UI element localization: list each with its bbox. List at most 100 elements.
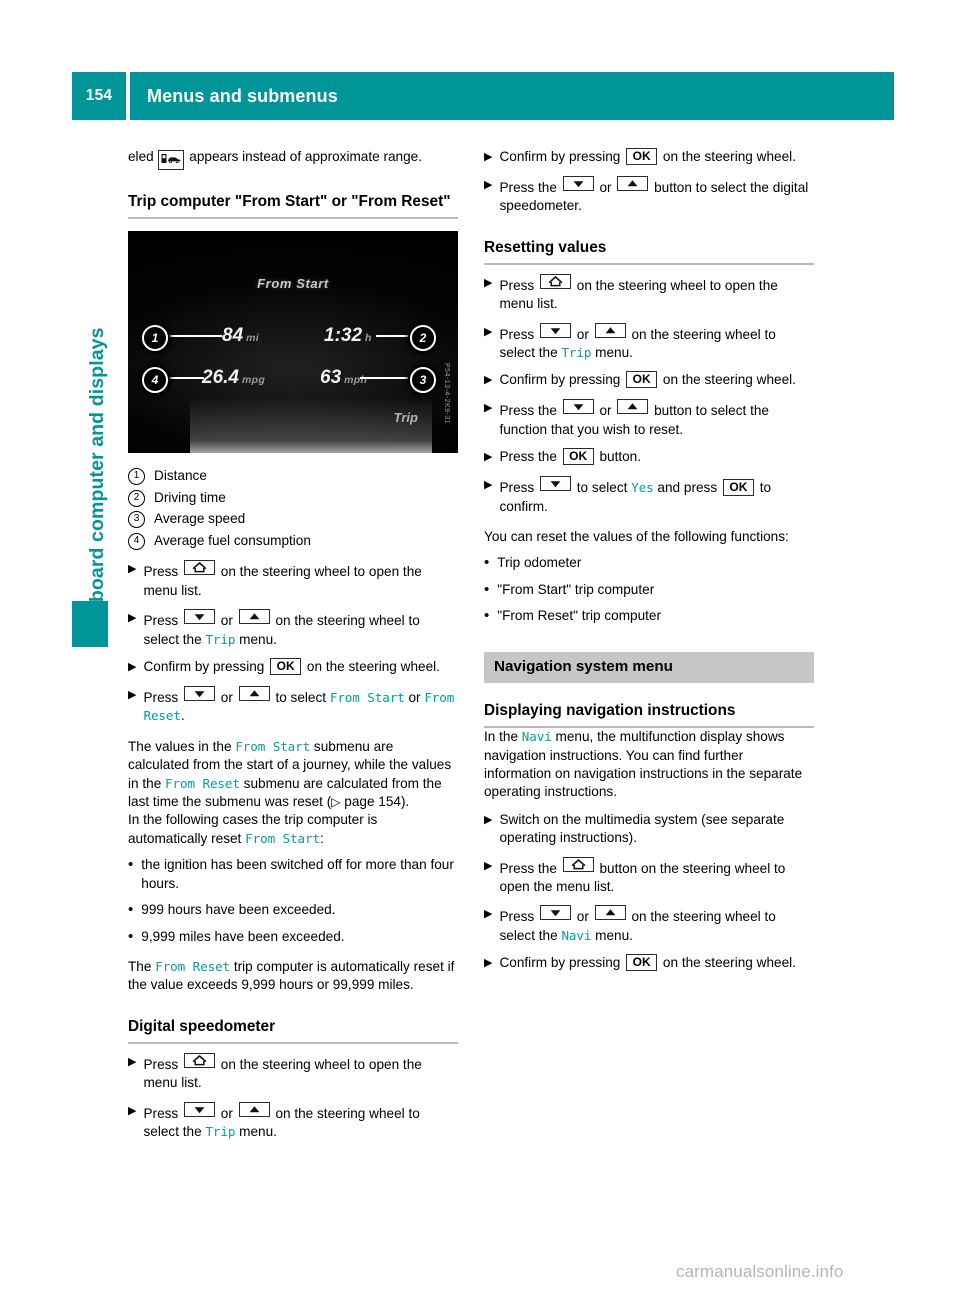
legend-label: Distance	[154, 468, 207, 484]
site-watermark: carmanualsonline.info	[676, 1262, 844, 1281]
step-marker-icon: ▶	[484, 451, 493, 464]
step-marker-icon: ▶	[484, 402, 493, 415]
callout-leader-2	[376, 335, 412, 338]
bullet-marker-icon: •	[484, 554, 490, 572]
home-button-key[interactable]	[540, 273, 571, 289]
step-marker-icon: ▶	[484, 276, 493, 289]
step-marker-icon: ▶	[484, 479, 493, 492]
intro-paragraph: eled appears instead of approximate rang…	[128, 148, 458, 171]
down-button-key[interactable]	[562, 176, 594, 191]
bullet-marker-icon: •	[128, 927, 134, 945]
menu-term-yes: Yes	[631, 480, 654, 496]
up-button-key[interactable]	[238, 1101, 270, 1117]
down-button-key[interactable]	[540, 322, 571, 338]
paragraph-values-explained: The values in the From Start submenu are…	[128, 738, 452, 810]
menu-term-from-start: From Start	[329, 690, 405, 706]
bullet-marker-icon: •	[484, 580, 490, 598]
bullet-label: 999 hours have been exceeded.	[141, 902, 336, 918]
paragraph-auto-reset: In the following cases the trip computer…	[128, 812, 378, 846]
step-switch-on-multimedia: ▶ Switch on the multimedia system (see s…	[484, 811, 785, 846]
legend-label: Average fuel consumption	[154, 532, 311, 548]
legend-item: 3 Average speed	[128, 508, 458, 530]
up-button-key[interactable]	[594, 905, 626, 921]
bullet-item: • 999 hours have been exceeded.	[128, 901, 458, 919]
legend-label: Average speed	[154, 511, 246, 527]
heading-trip-computer: Trip computer "From Start" or "From Rese…	[128, 192, 458, 220]
up-button-key[interactable]	[617, 176, 649, 191]
callout-leader-3	[360, 377, 412, 380]
display-value-distance: 84 mi	[222, 325, 259, 347]
menu-term-trip: Trip	[205, 1123, 236, 1139]
down-button-key[interactable]	[540, 905, 571, 921]
home-button-key[interactable]	[184, 560, 215, 576]
legend-item: 1 Distance	[128, 465, 458, 487]
bullet-label: 9,999 miles have been exceeded.	[141, 928, 345, 944]
ok-button-key[interactable]: OK	[626, 371, 658, 389]
step-marker-icon: ▶	[128, 1055, 137, 1068]
bullet-label: "From Start" trip computer	[497, 581, 655, 597]
step-select-digital-speedometer: ▶ Press the or button to select the digi…	[484, 176, 814, 216]
step-open-menu-list: ▶ Press the button on the steering wheel…	[484, 856, 814, 897]
down-button-key[interactable]	[184, 1101, 215, 1117]
menu-term-trip: Trip	[561, 345, 592, 361]
legend-number: 1	[128, 468, 145, 486]
legend-number: 2	[128, 489, 145, 507]
page-header: 154 Menus and submenus	[72, 72, 894, 120]
step-press-ok-button: ▶ Press the OK button.	[484, 448, 814, 467]
ok-button-key[interactable]: OK	[270, 658, 302, 676]
bullet-marker-icon: •	[128, 856, 134, 874]
ok-button-key[interactable]: OK	[626, 954, 658, 972]
up-button-key[interactable]	[594, 322, 626, 338]
chapter-side-tab: On-board computer and displays	[86, 327, 108, 636]
step-marker-icon: ▶	[128, 661, 137, 674]
heading-displaying-navigation-instructions: Displaying navigation instructions	[484, 701, 814, 729]
down-button-key[interactable]	[184, 609, 215, 625]
step-marker-icon: ▶	[484, 325, 493, 338]
menu-term-navi: Navi	[561, 927, 592, 943]
ok-button-key[interactable]: OK	[722, 479, 754, 497]
step-select-yes-confirm: ▶ Press to select Yes and press OK to co…	[484, 476, 814, 516]
step-open-menu-list: ▶ Press on the steering wheel to open th…	[128, 560, 458, 600]
menu-term-trip: Trip	[205, 631, 236, 647]
figure-source-code: P54-13-4-2K9-31	[443, 363, 450, 425]
legend-item: 2 Driving time	[128, 487, 458, 509]
step-marker-icon: ▶	[484, 813, 493, 826]
bullet-label: Trip odometer	[497, 555, 582, 571]
heading-resetting-values: Resetting values	[484, 238, 814, 265]
step-select-trip-menu: ▶ Press or on the steering wheel to sele…	[128, 609, 458, 649]
callout-leader-4	[166, 377, 204, 380]
ok-button-key[interactable]: OK	[626, 148, 658, 165]
step-marker-icon: ▶	[128, 612, 137, 625]
step-marker-icon: ▶	[128, 689, 137, 702]
trip-computer-display-figure: From Start 84 mi 1:32 h 26.4 mpg 63 mph 1 2 …	[128, 231, 458, 454]
bullet-item: • "From Reset" trip computer	[484, 607, 814, 625]
ok-button-key[interactable]: OK	[562, 448, 594, 466]
down-button-key[interactable]	[184, 686, 215, 702]
step-marker-icon: ▶	[484, 859, 493, 872]
menu-term-from-start: From Start	[245, 830, 320, 846]
home-button-key[interactable]	[184, 1052, 215, 1068]
step-open-menu-list: ▶ Press on the steering wheel to open th…	[484, 273, 814, 314]
bullet-item: • Trip odometer	[484, 554, 814, 572]
menu-term-navi: Navi	[521, 729, 552, 745]
home-button-key[interactable]	[562, 856, 594, 872]
page-title: Menus and submenus	[130, 72, 894, 120]
step-marker-icon: ▶	[484, 179, 493, 191]
menu-term-from-start: From Start	[235, 738, 311, 754]
paragraph-from-reset-auto: The From Reset trip computer is automati…	[128, 958, 455, 993]
up-button-key[interactable]	[238, 686, 270, 702]
step-select-from-start-or-reset: ▶ Press or to select From Start or From …	[128, 686, 458, 726]
bullet-label: the ignition has been switched off for m…	[141, 857, 454, 891]
up-button-key[interactable]	[238, 609, 270, 625]
step-select-trip-menu: ▶ Press or on the steering wheel to sele…	[128, 1101, 458, 1142]
step-marker-icon: ▶	[484, 374, 493, 387]
down-button-key[interactable]	[562, 399, 594, 415]
paragraph-resettable-functions: You can reset the values of the followin…	[484, 529, 789, 545]
up-button-key[interactable]	[617, 399, 649, 415]
menu-term-from-reset: From Reset	[165, 775, 240, 791]
page-reference[interactable]: page 154	[344, 794, 401, 809]
bullet-item: • the ignition has been switched off for…	[128, 856, 458, 893]
down-button-key[interactable]	[540, 476, 571, 492]
left-column: eled appears instead of approximate rang…	[128, 148, 458, 1141]
step-marker-icon: ▶	[128, 563, 137, 576]
